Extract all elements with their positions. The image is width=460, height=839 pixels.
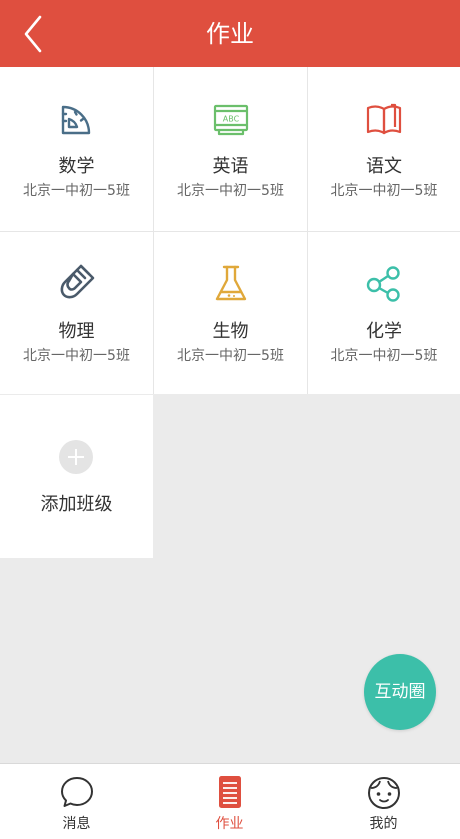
add-class-label: 添加班级 <box>40 494 113 515</box>
subject-name: 物理 <box>58 321 95 342</box>
notebook-icon <box>218 776 241 808</box>
subject-class: 北京一中初一5班 <box>330 183 438 199</box>
subject-tile-chinese[interactable]: 语文 北京一中初一5班 <box>308 67 460 231</box>
bottom-tab-bar: 消息 作业 我的 <box>0 763 460 839</box>
subject-name: 化学 <box>366 321 402 342</box>
protractor-icon <box>61 105 90 135</box>
subject-tile-math[interactable]: 数学 北京一中初一5班 <box>0 67 153 231</box>
subject-class: 北京一中初一5班 <box>177 183 284 199</box>
molecule-icon <box>366 266 400 302</box>
interaction-circle-button[interactable]: 互动圈 <box>364 654 436 730</box>
svg-text:ABC: ABC <box>222 115 239 124</box>
subject-tile-physics[interactable]: 物理 北京一中初一5班 <box>0 232 153 394</box>
plus-icon <box>59 440 93 474</box>
subject-tile-english[interactable]: ABC 英语 北京一中初一5班 <box>154 67 307 231</box>
magnet-icon <box>60 264 94 299</box>
subject-name: 生物 <box>212 321 249 342</box>
tab-label: 作业 <box>215 816 244 832</box>
tab-homework[interactable]: 作业 <box>153 764 306 839</box>
subject-class: 北京一中初一5班 <box>23 183 130 199</box>
abc-book-icon: ABC <box>213 104 248 136</box>
tab-messages[interactable]: 消息 <box>0 764 153 839</box>
add-class-tile[interactable]: 添加班级 <box>0 395 153 558</box>
subject-tile-chemistry[interactable]: 化学 北京一中初一5班 <box>308 232 460 394</box>
open-book-icon <box>366 103 402 135</box>
tab-label: 我的 <box>369 816 398 832</box>
tab-label: 消息 <box>62 816 91 832</box>
subject-name: 英语 <box>212 156 249 177</box>
page-title: 作业 <box>206 20 254 48</box>
grid-divider <box>0 231 460 232</box>
top-nav-bar: 作业 <box>0 0 460 67</box>
subject-tile-biology[interactable]: 生物 北京一中初一5班 <box>154 232 307 394</box>
face-icon <box>367 777 400 809</box>
tab-mine[interactable]: 我的 <box>307 764 460 839</box>
subject-name: 语文 <box>366 156 402 177</box>
subject-class: 北京一中初一5班 <box>23 348 130 364</box>
subject-class: 北京一中初一5班 <box>177 348 284 364</box>
subject-grid: 数学 北京一中初一5班 ABC 英语 北京一中初一5班 语文 北京一中初一5班 <box>0 67 460 558</box>
subject-class: 北京一中初一5班 <box>330 348 438 364</box>
subject-name: 数学 <box>58 156 95 177</box>
chat-bubble-icon <box>60 777 93 807</box>
flask-icon <box>215 265 246 301</box>
